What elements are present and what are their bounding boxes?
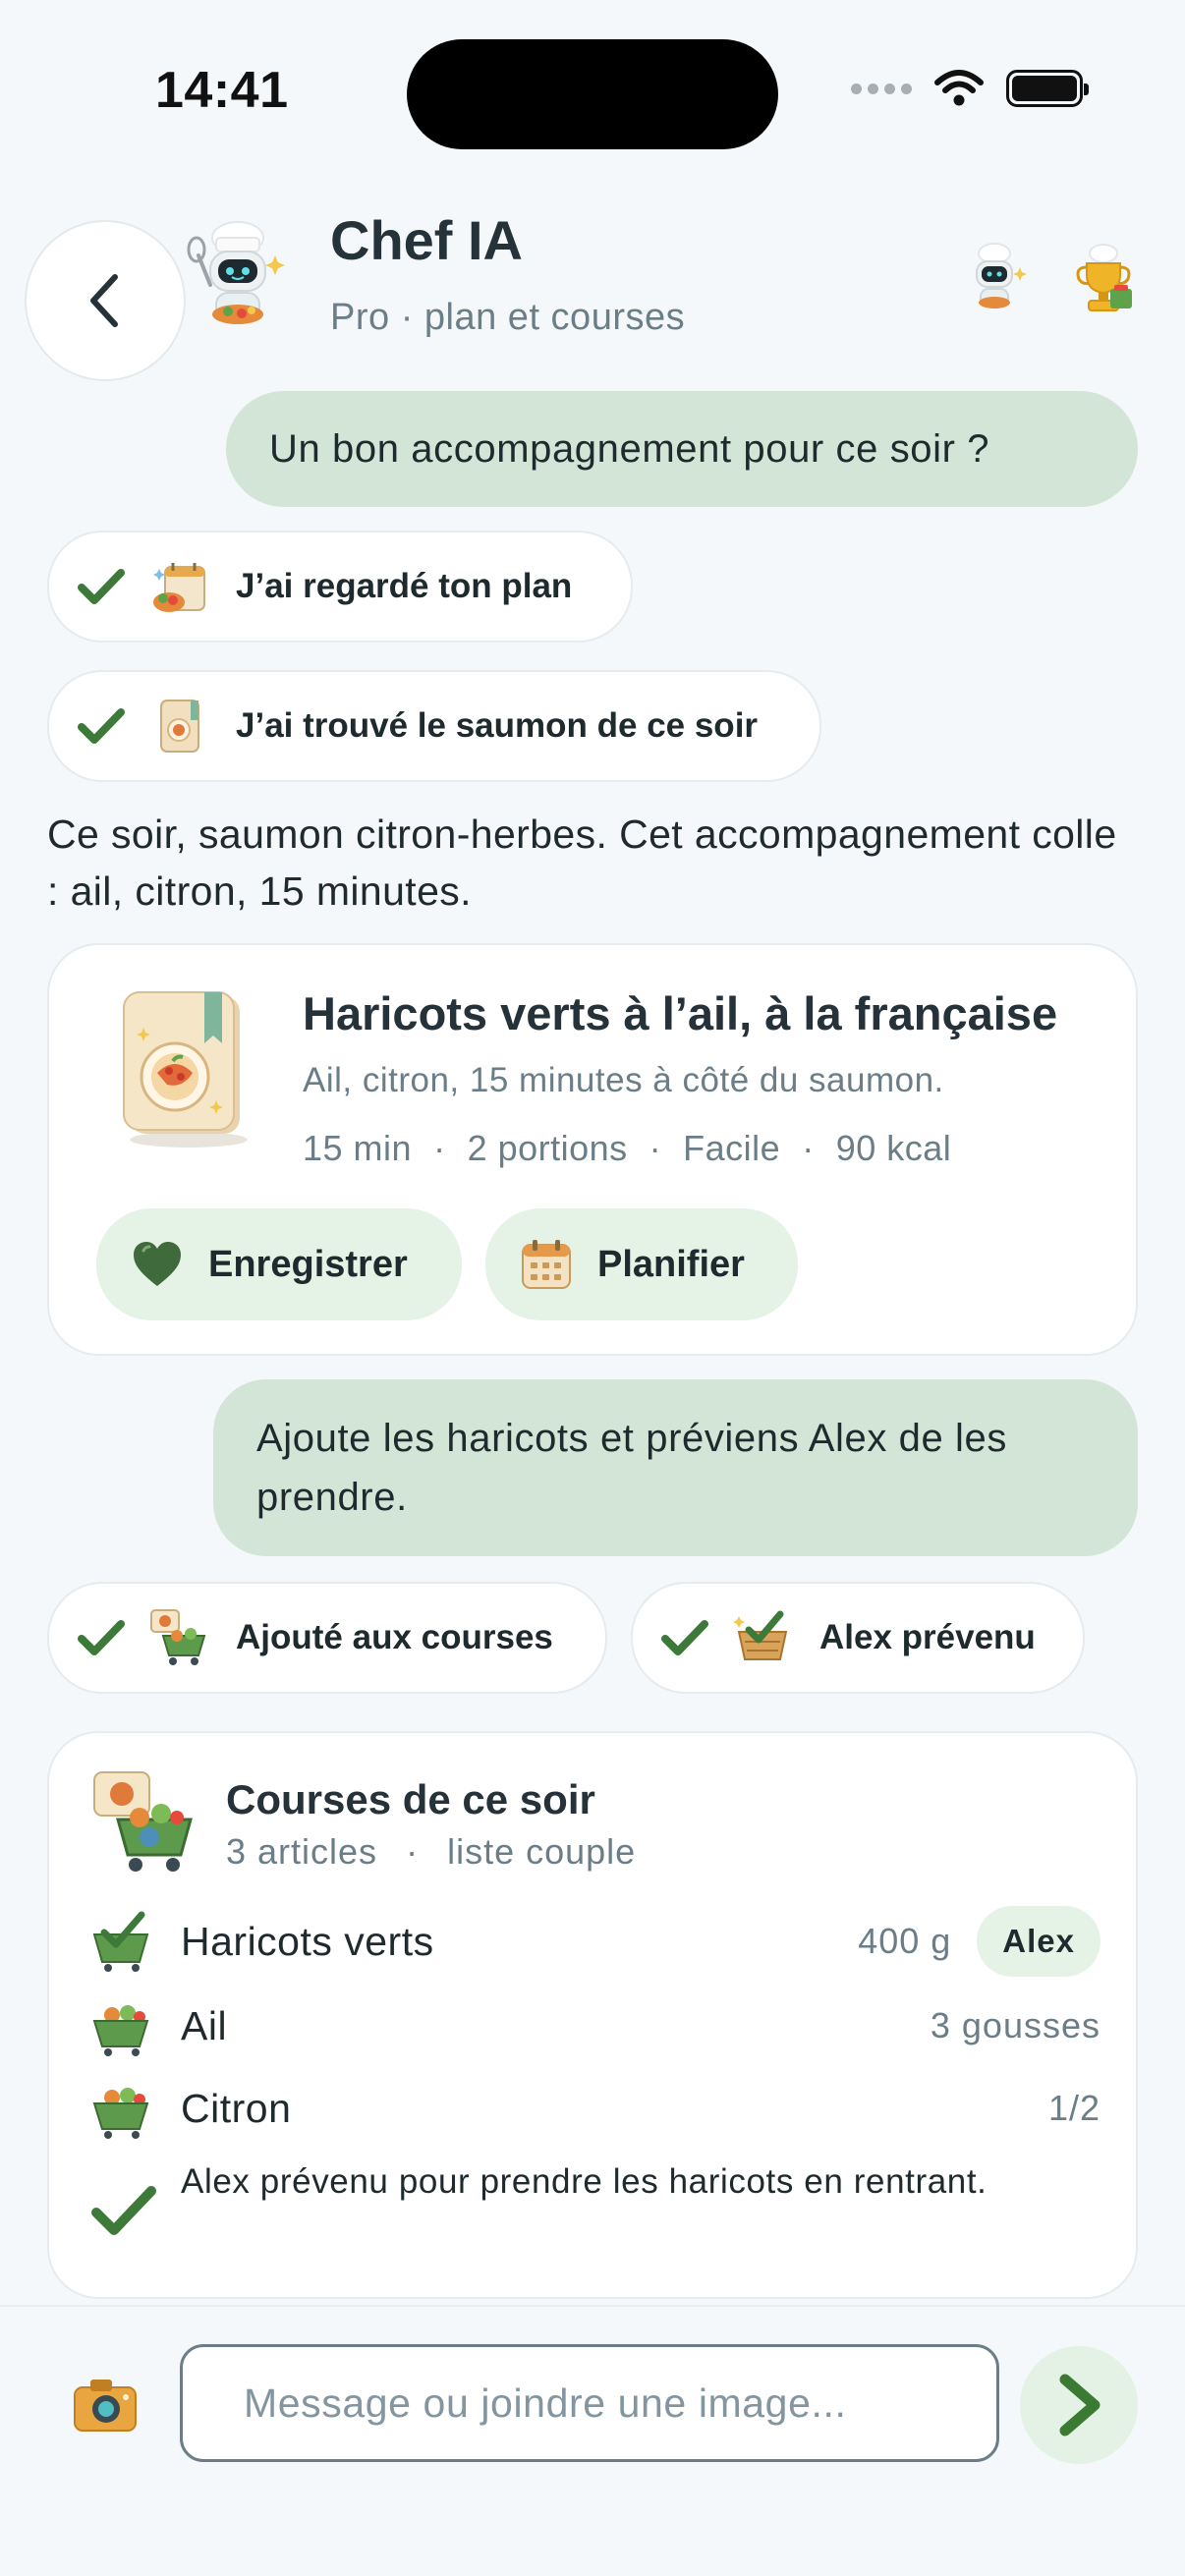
recipe-book-icon	[160, 700, 199, 753]
check-icon	[661, 1620, 708, 1655]
basket-check-icon	[733, 1610, 788, 1660]
back-button[interactable]	[25, 220, 186, 381]
recipe-card[interactable]: Haricots verts à l’ail, à la française A…	[47, 943, 1138, 1356]
recipe-calories: 90 kcal	[835, 1128, 952, 1168]
calendar-plan-icon	[153, 563, 205, 612]
camera-icon[interactable]	[71, 2374, 140, 2435]
recipe-description: Ail, citron, 15 minutes à côté du saumon…	[303, 1061, 944, 1099]
shopping-list-subtitle: 3 articles · liste couple	[226, 1831, 636, 1873]
plan-button-label: Planifier	[597, 1243, 745, 1285]
item-count: 3 articles	[226, 1831, 378, 1872]
chat-subtitle: Pro · plan et courses	[330, 297, 686, 338]
basket-check-icon	[92, 1911, 149, 1972]
recipe-portions: 2 portions	[467, 1128, 628, 1168]
item-quantity: 400 g	[858, 1921, 952, 1961]
tool-status-label: Ajouté aux courses	[236, 1618, 553, 1656]
send-arrow-icon	[1059, 2374, 1100, 2436]
tool-status-label: J’ai regardé ton plan	[236, 567, 573, 605]
check-icon	[78, 569, 125, 604]
check-icon	[78, 1620, 125, 1655]
cart-add-icon	[150, 1609, 206, 1665]
save-button-label: Enregistrer	[208, 1243, 408, 1285]
wifi-icon	[934, 70, 984, 106]
item-quantity: 3 gousses	[930, 2005, 1100, 2045]
chat-title: Chef IA	[330, 209, 523, 271]
cart-add-icon	[93, 1771, 193, 1872]
robot-chef-icon[interactable]	[957, 242, 1030, 314]
battery-icon	[1006, 70, 1089, 107]
shopping-item-row[interactable]: Citron 1/2	[88, 2069, 1100, 2148]
check-icon	[78, 708, 125, 744]
meta-separator: ·	[649, 1128, 662, 1168]
recipe-difficulty: Facile	[683, 1128, 781, 1168]
recipe-time: 15 min	[303, 1128, 413, 1168]
shopping-cart-icon	[92, 2088, 149, 2139]
chevron-left-icon	[90, 274, 118, 327]
shopping-cart-icon	[92, 2005, 149, 2056]
check-icon	[91, 2186, 156, 2235]
cellular-signal-icon	[851, 83, 912, 94]
meta-separator: ·	[433, 1128, 446, 1168]
user-message-bubble: Un bon accompagnement pour ce soir ?	[226, 391, 1138, 507]
item-name: Haricots verts	[181, 1918, 434, 1964]
tool-status-pill: Ajouté aux courses	[47, 1582, 607, 1694]
robot-chef-icon	[187, 221, 285, 324]
meta-separator: ·	[802, 1128, 815, 1168]
item-name: Ail	[181, 2002, 228, 2048]
message-input[interactable]	[180, 2344, 999, 2462]
item-quantity: 1/2	[1047, 2088, 1100, 2128]
shopping-item-row[interactable]: Haricots verts 400 g Alex	[88, 1902, 1100, 1981]
item-name: Citron	[181, 2085, 292, 2131]
recipe-title: Haricots verts à l’ail, à la française	[303, 987, 1058, 1039]
user-message-text: Ajoute les haricots et préviens Alex de …	[256, 1417, 1007, 1519]
shopping-list-title: Courses de ce soir	[226, 1776, 595, 1822]
send-button[interactable]	[1020, 2346, 1138, 2464]
notification-confirmation-text: Alex prévenu pour prendre les haricots e…	[181, 2162, 988, 2201]
status-time: 14:41	[155, 62, 289, 119]
assistant-message-text: Ce soir, saumon citron-herbes. Cet accom…	[47, 812, 1117, 914]
shopping-list-card[interactable]: Courses de ce soir 3 articles · liste co…	[47, 1731, 1138, 2299]
calendar-icon	[522, 1240, 571, 1289]
recipe-book-icon	[123, 991, 248, 1148]
trophy-icon[interactable]	[1071, 242, 1136, 314]
user-message-text: Un bon accompagnement pour ce soir ?	[269, 426, 990, 471]
dynamic-island	[407, 39, 778, 149]
tool-status-pill: J’ai trouvé le saumon de ce soir	[47, 670, 821, 782]
plan-recipe-button[interactable]: Planifier	[485, 1208, 798, 1320]
tool-status-pill: Alex prévenu	[631, 1582, 1085, 1694]
meta-separator: ·	[406, 1831, 420, 1872]
recipe-meta: 15 min · 2 portions · Facile · 90 kcal	[303, 1128, 951, 1169]
heart-icon	[134, 1242, 181, 1286]
tool-status-pill: J’ai regardé ton plan	[47, 531, 633, 643]
shopping-item-row[interactable]: Ail 3 gousses	[88, 1987, 1100, 2065]
status-icons	[851, 69, 1089, 108]
assignee-badge: Alex	[977, 1906, 1100, 1977]
save-recipe-button[interactable]: Enregistrer	[96, 1208, 462, 1320]
list-name: liste couple	[447, 1831, 637, 1872]
tool-status-label: J’ai trouvé le saumon de ce soir	[236, 706, 759, 745]
tool-status-label: Alex prévenu	[819, 1618, 1036, 1656]
user-message-bubble: Ajoute les haricots et préviens Alex de …	[213, 1379, 1138, 1556]
